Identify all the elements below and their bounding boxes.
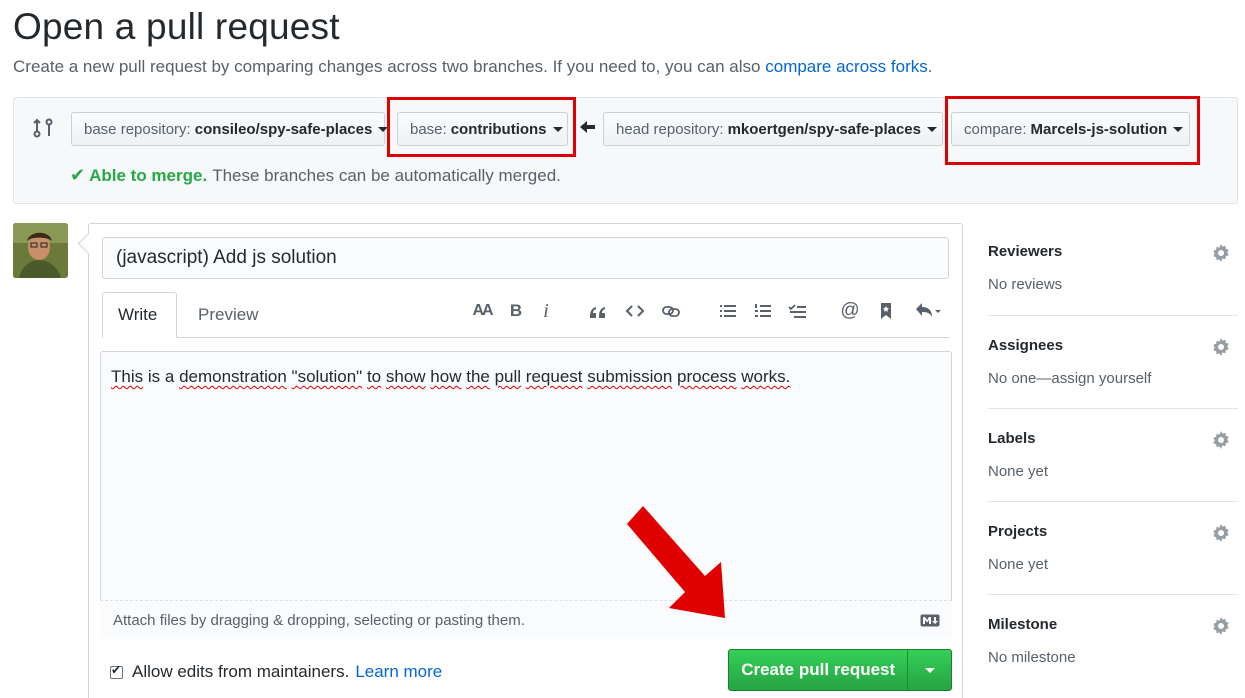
link-icon[interactable] [658, 298, 684, 324]
milestone-value: No milestone [988, 649, 1076, 666]
body-word: submission [587, 367, 673, 386]
mention-icon[interactable]: @ [837, 298, 863, 324]
sidebar-reviewers[interactable]: Reviewers No reviews [988, 230, 1238, 293]
tab-write[interactable]: Write [102, 292, 177, 338]
body-word: is [147, 367, 161, 386]
head-repository-value: mkoertgen/spy-safe-places [727, 120, 921, 138]
body-word: request [525, 367, 583, 386]
sidebar-divider [988, 315, 1238, 316]
allow-edits-checkbox-row[interactable]: Allow edits from maintainers. Learn more [110, 662, 442, 682]
create-pull-request-button[interactable]: Create pull request [729, 650, 907, 690]
projects-heading: Projects [988, 523, 1048, 540]
reviewers-heading: Reviewers [988, 243, 1063, 260]
merge-ok-text: Able to merge. [89, 165, 208, 185]
gear-icon[interactable] [1212, 431, 1230, 449]
body-text: This is a demonstration "solution" to sh… [111, 367, 790, 386]
body-word: show [385, 367, 426, 386]
body-word: This [111, 367, 144, 386]
body-word: the [466, 367, 490, 386]
base-repository-value: consileo/spy-safe-places [194, 120, 373, 138]
red-arrow-annotation [627, 506, 725, 618]
sidebar-divider [988, 594, 1238, 595]
merge-status-text: These branches can be automatically merg… [212, 165, 561, 185]
sidebar-milestone[interactable]: Milestone No milestone [988, 603, 1238, 666]
body-word: "solution" [291, 367, 363, 386]
check-icon: ✔ [70, 165, 86, 185]
bookmark-icon[interactable] [873, 298, 899, 324]
page-subtitle: Create a new pull request by comparing c… [13, 57, 932, 77]
unordered-list-icon[interactable] [715, 298, 741, 324]
bold-icon[interactable]: B [503, 298, 529, 324]
sidebar-divider [988, 408, 1238, 409]
compare-arrows-icon [33, 118, 53, 138]
body-word: pull [494, 367, 522, 386]
create-pull-request-button-group: Create pull request [728, 649, 952, 691]
base-repository-label: base repository: [84, 120, 191, 138]
head-repository-select[interactable]: head repository: mkoertgen/spy-safe-place… [603, 112, 943, 146]
merge-status: ✔ Able to merge. These branches can be a… [70, 165, 561, 186]
reviewers-value: No reviews [988, 276, 1063, 293]
avatar [13, 223, 68, 278]
projects-value: None yet [988, 556, 1049, 573]
body-word: works. [741, 367, 791, 386]
arrow-left-icon [580, 121, 595, 133]
head-repository-label: head repository: [616, 120, 724, 138]
gear-icon[interactable] [1212, 617, 1230, 635]
sidebar-divider [988, 501, 1238, 502]
quote-icon[interactable] [584, 298, 610, 324]
highlight-compare-branch [945, 96, 1200, 165]
italic-icon[interactable]: i [533, 298, 559, 324]
labels-heading: Labels [988, 430, 1036, 447]
gear-icon[interactable] [1212, 244, 1230, 262]
allow-edits-checkbox[interactable] [110, 663, 123, 679]
page-title: Open a pull request [13, 6, 340, 47]
chevron-down-icon [927, 126, 937, 132]
attach-files-text: Attach files by dragging & dropping, sel… [113, 611, 525, 629]
pull-request-form: Write Preview AA B i @ T [88, 223, 963, 698]
assignees-heading: Assignees [988, 337, 1064, 354]
sidebar-labels[interactable]: Labels None yet [988, 417, 1238, 480]
sidebar-assignees[interactable]: Assignees No one—assign yourself [988, 324, 1238, 387]
ordered-list-icon[interactable] [750, 298, 776, 324]
learn-more-link[interactable]: Learn more [355, 662, 442, 682]
body-textarea[interactable]: This is a demonstration "solution" to sh… [100, 351, 952, 639]
body-word: demonstration [179, 367, 287, 386]
body-word: how [430, 367, 462, 386]
heading-icon[interactable]: AA [467, 298, 497, 324]
title-input[interactable] [102, 237, 949, 279]
body-word: to [366, 367, 382, 386]
allow-edits-label: Allow edits from maintainers. [132, 662, 350, 681]
assignees-value: No one—assign yourself [988, 370, 1152, 387]
subtitle-text: Create a new pull request by comparing c… [13, 57, 761, 76]
tab-preview[interactable]: Preview [183, 292, 273, 338]
chevron-down-icon [924, 667, 935, 673]
highlight-base-branch [387, 97, 576, 157]
sidebar-projects[interactable]: Projects None yet [988, 510, 1238, 573]
body-word: a [164, 367, 175, 386]
markdown-icon[interactable] [920, 614, 940, 627]
task-list-icon[interactable] [785, 298, 811, 324]
gear-icon[interactable] [1212, 338, 1230, 356]
subtitle-end: . [927, 57, 933, 76]
reply-icon[interactable] [911, 298, 945, 324]
base-repository-select[interactable]: base repository: consileo/spy-safe-places [71, 112, 389, 146]
gear-icon[interactable] [1212, 524, 1230, 542]
code-icon[interactable] [622, 298, 648, 324]
create-options-dropdown[interactable] [907, 650, 951, 690]
compare-across-forks-link[interactable]: compare across forks [765, 57, 928, 76]
milestone-heading: Milestone [988, 616, 1058, 633]
labels-value: None yet [988, 463, 1049, 480]
attach-files-bar[interactable]: Attach files by dragging & dropping, sel… [100, 600, 952, 639]
body-word: process [677, 367, 737, 386]
